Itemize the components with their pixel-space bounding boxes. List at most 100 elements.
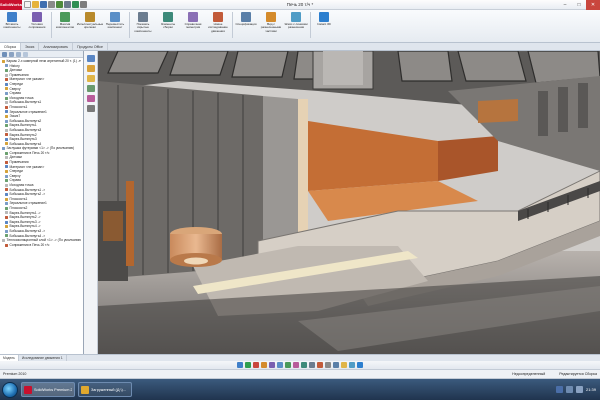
ribbon-button-instant3d[interactable]: Instant 3D: [312, 12, 336, 26]
quick-access-toolbar: [24, 1, 87, 8]
ribbon-button-mate[interactable]: Условия сопряжения: [25, 12, 49, 30]
tree-item-icon: [5, 119, 8, 123]
previous-view-icon[interactable]: [253, 362, 259, 368]
rebuild-icon[interactable]: [72, 1, 79, 8]
os-taskbar: SolidWorks Premium 2... Загруженный (Д:\…: [0, 379, 600, 400]
tree-item-icon: [5, 234, 8, 238]
assembly-feature-icon: [163, 12, 173, 22]
tab-evaluate[interactable]: Анализировать: [39, 43, 74, 50]
file-explorer-icon[interactable]: [87, 75, 95, 82]
ribbon-button-pattern[interactable]: Массив компонентов: [53, 12, 77, 30]
ribbon-button-smart-fastener[interactable]: Интеллектуальные крепежи: [77, 12, 103, 30]
task-pane-strip: [84, 51, 98, 354]
close-button[interactable]: ✕: [586, 0, 600, 10]
appearances-icon[interactable]: [87, 95, 95, 102]
cartoon-icon[interactable]: [349, 362, 355, 368]
window-controls: – □ ✕: [558, 0, 600, 10]
title-bar: SolidWorks Печь 20 т/ч * – □ ✕: [0, 0, 600, 10]
ribbon-button-label: Условия сопряжения: [28, 23, 46, 30]
tree-item[interactable]: Сопряжения в Печь 20 т/ч: [2, 243, 81, 248]
perspective-icon[interactable]: [341, 362, 347, 368]
tree-item-icon: [5, 225, 8, 229]
taskbar-app-solidworks[interactable]: SolidWorks Premium 2...: [21, 382, 75, 397]
zoom-area-icon[interactable]: [245, 362, 251, 368]
tree-item-icon: [5, 160, 8, 164]
undo-icon[interactable]: [56, 1, 63, 8]
instant3d-icon: [319, 12, 329, 22]
view-settings-icon[interactable]: [309, 362, 315, 368]
display-style-icon[interactable]: [277, 362, 283, 368]
app-logo[interactable]: SolidWorks: [0, 0, 22, 10]
ribbon-separator: [310, 12, 311, 38]
photoview-icon[interactable]: [357, 362, 363, 368]
ambient-occlusion-icon[interactable]: [333, 362, 339, 368]
ribbon-button-insert-component[interactable]: Вставить компоненты: [0, 12, 24, 30]
tree-item-icon: [5, 73, 8, 77]
tree-item-icon: [5, 188, 8, 192]
resources-icon[interactable]: [87, 55, 95, 62]
language-icon[interactable]: [555, 386, 563, 393]
apply-scene-icon[interactable]: [301, 362, 307, 368]
ribbon-button-explode-line[interactable]: Эскиз с линиями разнесения: [284, 12, 308, 30]
bom-icon: [241, 12, 251, 22]
tree-item-icon: [5, 151, 8, 155]
view-palette-icon[interactable]: [87, 85, 95, 92]
tab-sketch[interactable]: Эскиз: [21, 43, 40, 50]
sheet-bar: [98, 354, 600, 361]
hide-show-icon[interactable]: [285, 362, 291, 368]
ribbon-button-label: Instant 3D: [317, 23, 331, 26]
tab-office-products[interactable]: Продукты Office: [73, 43, 108, 50]
dimxpert-tab-icon[interactable]: [23, 52, 28, 57]
shadows-icon[interactable]: [325, 362, 331, 368]
feature-tree-tab-icon[interactable]: [2, 52, 7, 57]
tree-item-icon: [5, 229, 8, 233]
start-button[interactable]: [2, 381, 18, 398]
ribbon-button-assembly-feature[interactable]: Элементы сборки: [156, 12, 180, 30]
section-view-icon[interactable]: [261, 362, 267, 368]
tree-item-icon: [5, 68, 8, 72]
edit-appearance-icon[interactable]: [293, 362, 299, 368]
ribbon-button-ref-geometry[interactable]: Справочная геометрия: [181, 12, 205, 30]
network-icon[interactable]: [565, 386, 573, 393]
ribbon-button-motion-study[interactable]: Новое исследование движения: [206, 12, 230, 33]
ribbon-button-label: Переместить компонент: [105, 23, 125, 30]
tree-item-icon: [2, 238, 5, 242]
tree-item-icon: [5, 165, 8, 169]
exploded-view-icon: [266, 12, 276, 22]
tree-item-icon: [5, 137, 8, 141]
command-tabs: Сборка Эскиз Анализировать Продукты Offi…: [0, 43, 600, 51]
save-icon[interactable]: [40, 1, 47, 8]
design-library-icon[interactable]: [87, 65, 95, 72]
open-file-icon[interactable]: [32, 1, 39, 8]
ribbon-button-show-hidden[interactable]: Показать скрытые компоненты: [131, 12, 155, 33]
configuration-tab-icon[interactable]: [16, 52, 21, 57]
property-manager-tab-icon[interactable]: [9, 52, 14, 57]
ribbon-button-label: Массив компонентов: [56, 23, 74, 30]
realview-icon[interactable]: [317, 362, 323, 368]
tree-item-icon: [5, 174, 8, 178]
tab-assembly[interactable]: Сборка: [0, 43, 21, 50]
volume-icon[interactable]: [575, 386, 583, 393]
pattern-icon: [60, 12, 70, 22]
options-icon[interactable]: [80, 1, 87, 8]
print-icon[interactable]: [48, 1, 55, 8]
zoom-fit-icon[interactable]: [237, 362, 243, 368]
ribbon-button-exploded-view[interactable]: Вид с разнесенными частями: [259, 12, 283, 33]
tree-item-icon: [5, 206, 8, 210]
custom-properties-icon[interactable]: [87, 105, 95, 112]
new-file-icon[interactable]: [24, 1, 31, 8]
ribbon-button-bom[interactable]: Спецификация: [234, 12, 258, 26]
select-icon[interactable]: [64, 1, 71, 8]
tree-item-icon: [5, 211, 8, 215]
tree-item-icon: [5, 128, 8, 132]
taskbar-app-explorer[interactable]: Загруженный (Д:\)...: [78, 382, 132, 397]
ribbon-button-label: Вставить компоненты: [3, 23, 21, 30]
window-title: Печь 20 т/ч *: [286, 2, 314, 7]
maximize-button[interactable]: □: [572, 0, 586, 10]
view-orientation-icon[interactable]: [269, 362, 275, 368]
minimize-button[interactable]: –: [558, 0, 572, 10]
graphics-area[interactable]: [98, 51, 600, 354]
ribbon-button-label: Элементы сборки: [160, 23, 176, 30]
ribbon-button-move-component[interactable]: Переместить компонент: [103, 12, 127, 30]
clock[interactable]: 21:39: [586, 387, 596, 392]
